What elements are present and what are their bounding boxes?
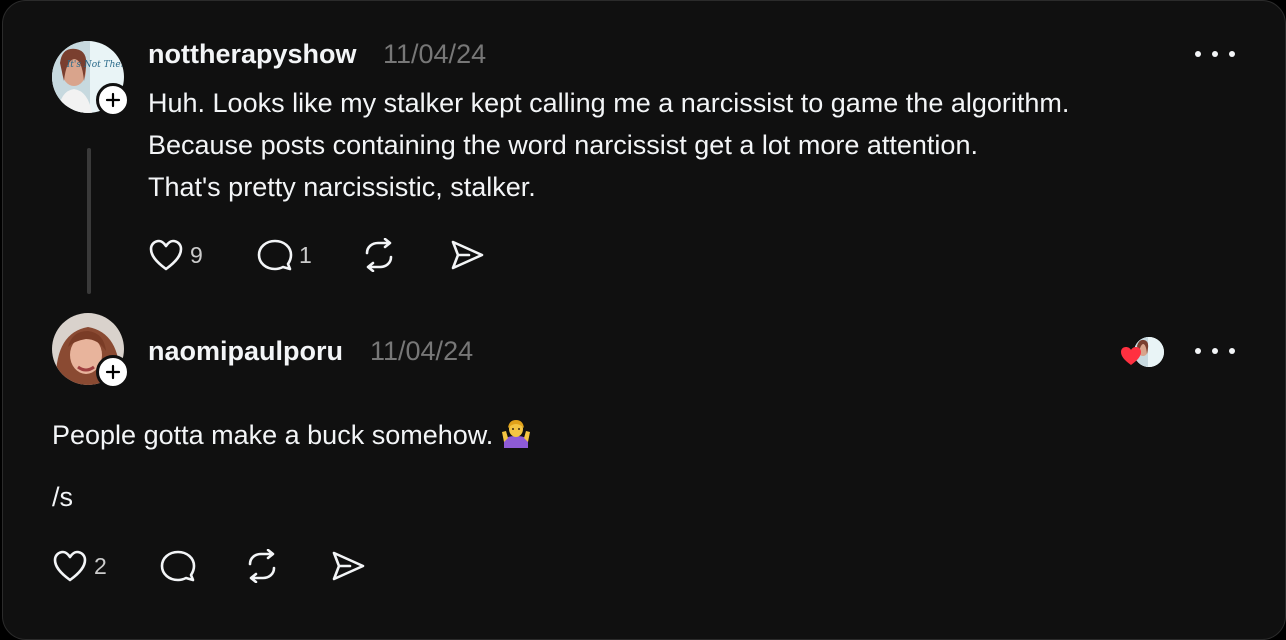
send-icon <box>451 240 484 270</box>
heart-icon <box>149 239 183 271</box>
post-timestamp[interactable]: 11/04/24 <box>383 39 486 70</box>
avatar-naomipaulporu[interactable] <box>52 313 130 389</box>
reply-button[interactable]: 1 <box>257 235 312 275</box>
like-button[interactable]: 2 <box>52 546 107 586</box>
post-body-line: Because posts containing the word narcis… <box>148 130 978 160</box>
ellipsis-dot <box>1212 51 1218 57</box>
share-button[interactable] <box>449 235 485 275</box>
repost-icon <box>248 549 276 583</box>
send-icon <box>332 551 365 581</box>
like-count: 2 <box>94 552 107 579</box>
liked-by-author-indicator <box>1120 337 1166 371</box>
heart-icon <box>53 550 87 582</box>
post-body-text: People gotta make a buck somehow. <box>52 420 494 450</box>
ellipsis-dot <box>1229 348 1235 354</box>
post-username[interactable]: naomipaulporu <box>148 336 343 367</box>
heart-icon <box>1120 345 1142 367</box>
follow-button[interactable] <box>96 355 130 389</box>
share-button[interactable] <box>330 546 366 586</box>
plus-icon <box>105 364 121 380</box>
ellipsis-dot <box>1195 51 1201 57</box>
reply-button[interactable] <box>160 546 196 586</box>
repost-button[interactable] <box>361 235 397 275</box>
more-options-button[interactable] <box>1195 341 1235 361</box>
thread-panel: It's Not Therapy nottherapyshow 11/04/24… <box>2 0 1286 640</box>
reply-count: 1 <box>299 241 312 268</box>
avatar-logo-text: It's Not Therapy <box>66 60 124 70</box>
like-count: 9 <box>190 241 203 268</box>
post-body-line: Huh. Looks like my stalker kept calling … <box>148 88 1070 118</box>
repost-icon <box>365 238 393 272</box>
follow-button[interactable] <box>96 83 130 117</box>
post-body-line: /s <box>52 482 74 512</box>
plus-icon <box>105 92 121 108</box>
ellipsis-dot <box>1229 51 1235 57</box>
ellipsis-dot <box>1195 348 1201 354</box>
comment-bubble-icon <box>160 550 196 582</box>
repost-button[interactable] <box>244 546 280 586</box>
post-username[interactable]: nottherapyshow <box>148 39 357 70</box>
post-body-line: People gotta make a buck somehow. <box>52 414 531 460</box>
more-options-button[interactable] <box>1195 44 1235 64</box>
person-shrugging-emoji <box>501 418 531 460</box>
thread-connector-line <box>87 148 91 294</box>
like-button[interactable]: 9 <box>148 235 203 275</box>
avatar-nottherapyshow[interactable]: It's Not Therapy <box>52 41 130 117</box>
post-body-line: That's pretty narcissistic, stalker. <box>148 172 536 202</box>
ellipsis-dot <box>1212 348 1218 354</box>
comment-bubble-icon <box>257 239 293 271</box>
post-timestamp[interactable]: 11/04/24 <box>370 336 473 367</box>
